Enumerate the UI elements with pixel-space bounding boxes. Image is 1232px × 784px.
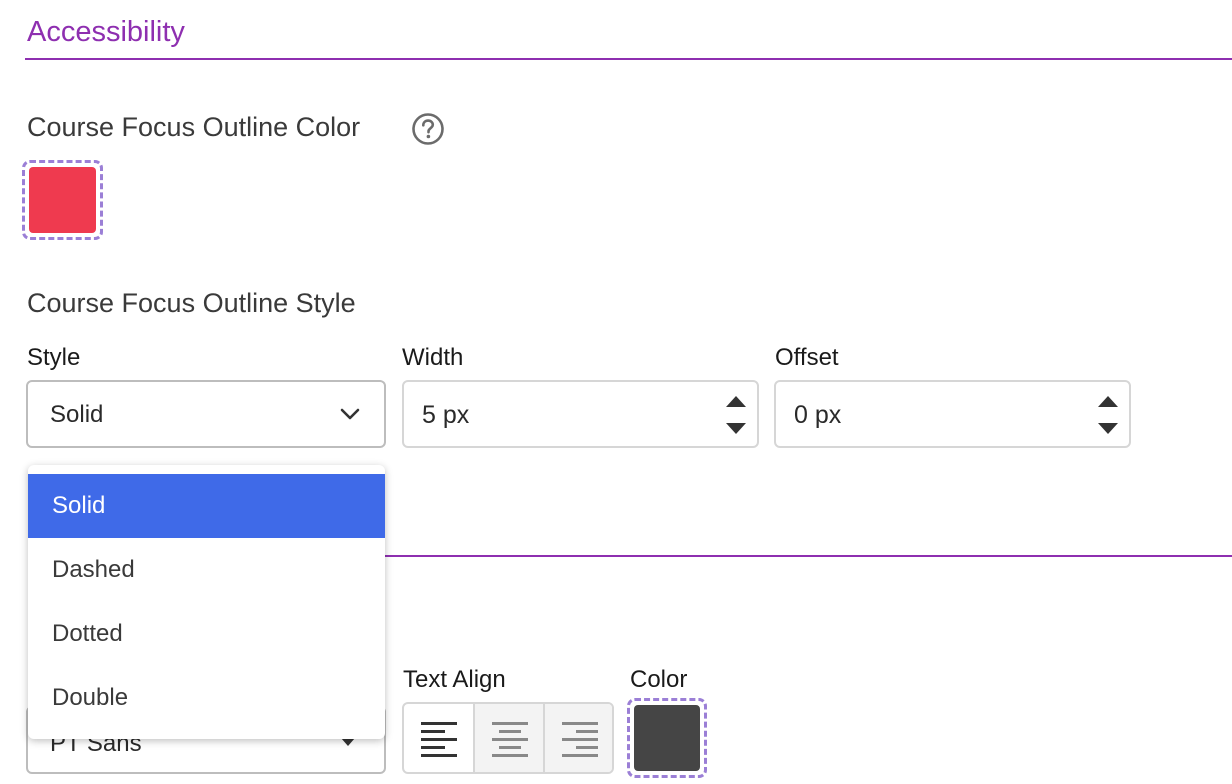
style-select[interactable]: Solid (26, 380, 386, 448)
dropdown-option-dotted[interactable]: Dotted (28, 602, 385, 666)
offset-stepper[interactable]: 0 px (774, 380, 1131, 448)
focus-outline-style-heading: Course Focus Outline Style (27, 288, 356, 318)
align-right-icon (561, 722, 598, 757)
offset-value: 0 px (794, 401, 842, 429)
style-dropdown-menu: Solid Dashed Dotted Double (28, 465, 385, 739)
dropdown-option-dashed[interactable]: Dashed (28, 538, 385, 602)
text-align-toggle-group (402, 702, 614, 774)
focus-outline-color-fill (29, 167, 96, 233)
text-color-swatch[interactable] (627, 698, 707, 778)
align-center-button[interactable] (473, 704, 543, 772)
text-color-fill (634, 705, 700, 771)
chevron-down-icon (340, 408, 360, 420)
section-divider (25, 58, 1232, 60)
align-center-icon (492, 722, 529, 757)
offset-label: Offset (775, 344, 839, 371)
question-circle-icon[interactable] (411, 112, 445, 146)
color-label: Color (630, 666, 688, 693)
text-align-label: Text Align (403, 666, 506, 693)
width-value: 5 px (422, 401, 470, 429)
dropdown-option-solid[interactable]: Solid (28, 474, 385, 538)
section-title: Accessibility (27, 16, 185, 48)
dropdown-option-double[interactable]: Double (28, 666, 385, 730)
align-right-button[interactable] (542, 704, 612, 772)
style-label: Style (27, 344, 81, 371)
width-stepper[interactable]: 5 px (402, 380, 759, 448)
decrement-arrow-icon[interactable] (725, 422, 747, 436)
style-select-value: Solid (50, 401, 104, 428)
align-left-icon (421, 722, 457, 757)
align-left-button[interactable] (404, 704, 473, 772)
width-label: Width (402, 344, 464, 371)
section-divider (385, 555, 1232, 557)
increment-arrow-icon[interactable] (725, 394, 747, 408)
increment-arrow-icon[interactable] (1097, 394, 1119, 408)
focus-outline-color-heading: Course Focus Outline Color (27, 112, 361, 142)
focus-outline-color-swatch[interactable] (22, 160, 103, 240)
accessibility-settings-page: Accessibility Course Focus Outline Color… (0, 0, 1232, 784)
decrement-arrow-icon[interactable] (1097, 422, 1119, 436)
